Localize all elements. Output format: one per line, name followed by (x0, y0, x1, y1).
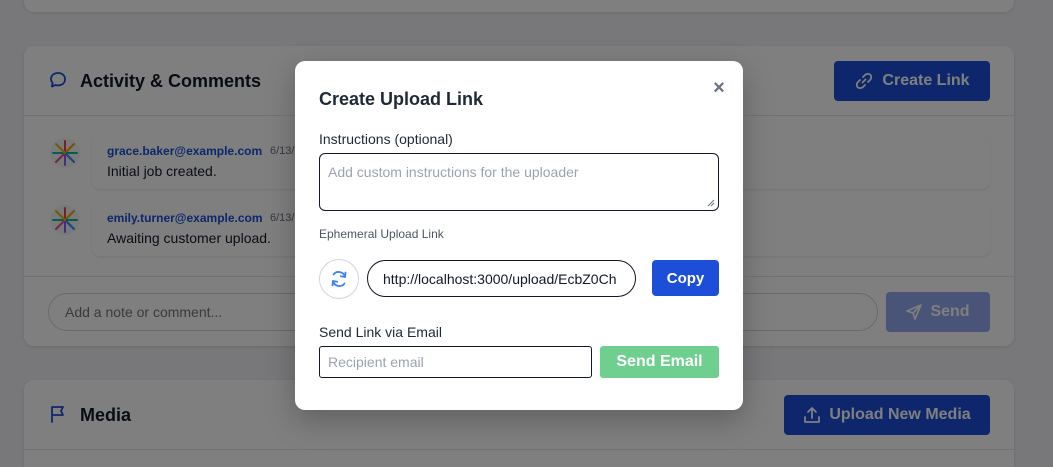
instructions-label: Instructions (optional) (319, 131, 453, 147)
copy-label: Copy (666, 269, 705, 287)
instructions-textarea[interactable]: Add custom instructions for the uploader (319, 153, 719, 211)
modal-title: Create Upload Link (319, 89, 484, 109)
regenerate-link-button[interactable] (319, 259, 359, 299)
recipient-email-input[interactable]: Recipient email (319, 346, 592, 378)
send-email-button[interactable]: Send Email (600, 346, 719, 378)
upload-link-field[interactable]: http://localhost:3000/upload/EcbZ0Ch (367, 260, 636, 297)
instructions-placeholder: Add custom instructions for the uploader (328, 164, 579, 180)
email-placeholder: Recipient email (328, 354, 424, 370)
refresh-icon (331, 271, 347, 287)
close-icon[interactable]: × (711, 78, 727, 98)
copy-button[interactable]: Copy (652, 260, 719, 296)
upload-link-value: http://localhost:3000/upload/EcbZ0Ch (383, 270, 617, 287)
ephemeral-link-label: Ephemeral Upload Link (319, 227, 444, 241)
resize-grip-icon[interactable] (707, 199, 715, 207)
create-upload-link-modal: Create Upload Link × Instructions (optio… (295, 61, 743, 410)
send-email-label: Send Email (616, 353, 703, 370)
email-label: Send Link via Email (319, 324, 442, 340)
